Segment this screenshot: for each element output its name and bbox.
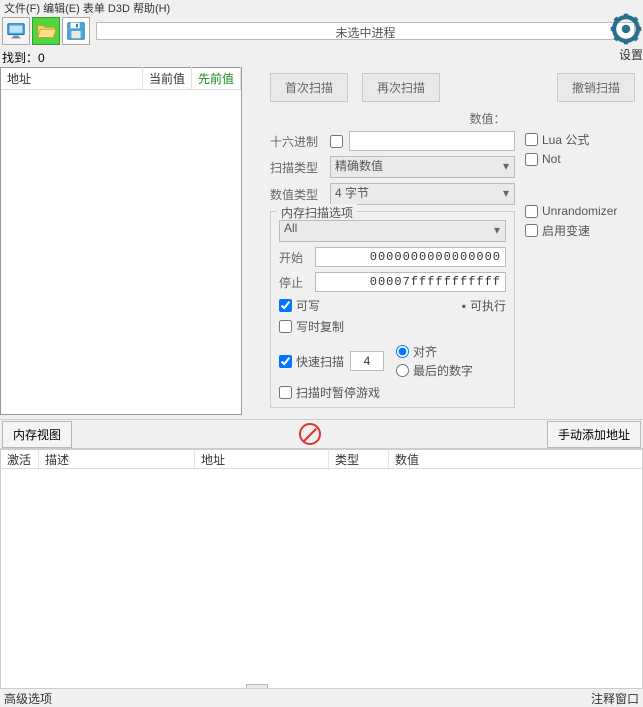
col-active[interactable]: 激活 [1, 449, 39, 470]
col-address[interactable]: 地址 [1, 67, 143, 90]
progress-bar: 未选中进程 [96, 22, 635, 40]
col-addr[interactable]: 地址 [195, 449, 329, 470]
settings-label[interactable]: 设置 [619, 46, 643, 63]
writable-checkbox[interactable]: 可写 [279, 297, 320, 314]
start-input[interactable] [315, 247, 506, 267]
value-type-select[interactable]: 4 字节 [330, 183, 515, 205]
not-checkbox[interactable]: Not [525, 152, 635, 166]
fast-scan-checkbox[interactable]: 快速扫描 [279, 353, 344, 370]
address-table-body[interactable] [0, 469, 643, 691]
results-list[interactable]: 地址 当前值 先前值 [0, 67, 242, 415]
menu-bar[interactable]: 文件(F) 编辑(E) 表单 D3D 帮助(H) [0, 0, 174, 14]
mem-opts-title: 内存扫描选项 [277, 204, 357, 221]
hex-label: 十六进制 [270, 133, 324, 150]
memory-view-button[interactable]: 内存视图 [2, 421, 72, 448]
address-table-header: 激活 描述 地址 类型 数值 [0, 449, 643, 469]
value-label: 数值： [340, 110, 635, 127]
col-description[interactable]: 描述 [39, 449, 195, 470]
undo-scan-button[interactable]: 撤销扫描 [557, 73, 635, 102]
stop-label: 停止 [279, 274, 309, 291]
speedhack-checkbox[interactable]: 启用变速 [525, 222, 635, 239]
lua-console-link[interactable]: 注释窗口 [591, 690, 639, 705]
select-process-button[interactable] [2, 17, 30, 45]
start-label: 开始 [279, 249, 309, 266]
last-digit-radio[interactable]: 最后的数字 [396, 362, 473, 379]
advanced-options-link[interactable]: 高级选项 [4, 690, 52, 705]
col-current-value[interactable]: 当前值 [143, 67, 192, 90]
results-body[interactable] [1, 90, 241, 414]
found-count: 找到：0 [0, 48, 643, 67]
settings-gear-icon[interactable] [609, 12, 643, 46]
alignment-input[interactable] [350, 351, 384, 371]
unrandomizer-checkbox[interactable]: Unrandomizer [525, 204, 635, 218]
pause-game-checkbox[interactable]: 扫描时暂停游戏 [279, 384, 380, 401]
next-scan-button[interactable]: 再次扫描 [362, 73, 440, 102]
add-address-manual-button[interactable]: 手动添加地址 [547, 421, 641, 448]
scan-type-select[interactable]: 精确数值 [330, 156, 515, 178]
scan-type-label: 扫描类型 [270, 159, 324, 176]
align-radio[interactable]: 对齐 [396, 343, 473, 360]
value-type-label: 数值类型 [270, 186, 324, 203]
lua-checkbox[interactable]: Lua 公式 [525, 131, 635, 148]
region-select[interactable]: All [279, 220, 506, 242]
col-previous-value[interactable]: 先前值 [192, 67, 241, 90]
col-value[interactable]: 数值 [389, 449, 642, 470]
hex-checkbox[interactable] [330, 135, 343, 148]
progress-label: 未选中进程 [97, 24, 634, 41]
open-file-button[interactable] [32, 17, 60, 45]
stop-input[interactable] [315, 272, 506, 292]
cow-checkbox[interactable]: 写时复制 [279, 318, 344, 335]
col-type[interactable]: 类型 [329, 449, 389, 470]
clear-list-icon[interactable] [299, 423, 321, 445]
save-button[interactable] [62, 17, 90, 45]
executable-checkbox[interactable]: ▪可执行 [462, 297, 506, 314]
first-scan-button[interactable]: 首次扫描 [270, 73, 348, 102]
value-input[interactable] [349, 131, 515, 151]
